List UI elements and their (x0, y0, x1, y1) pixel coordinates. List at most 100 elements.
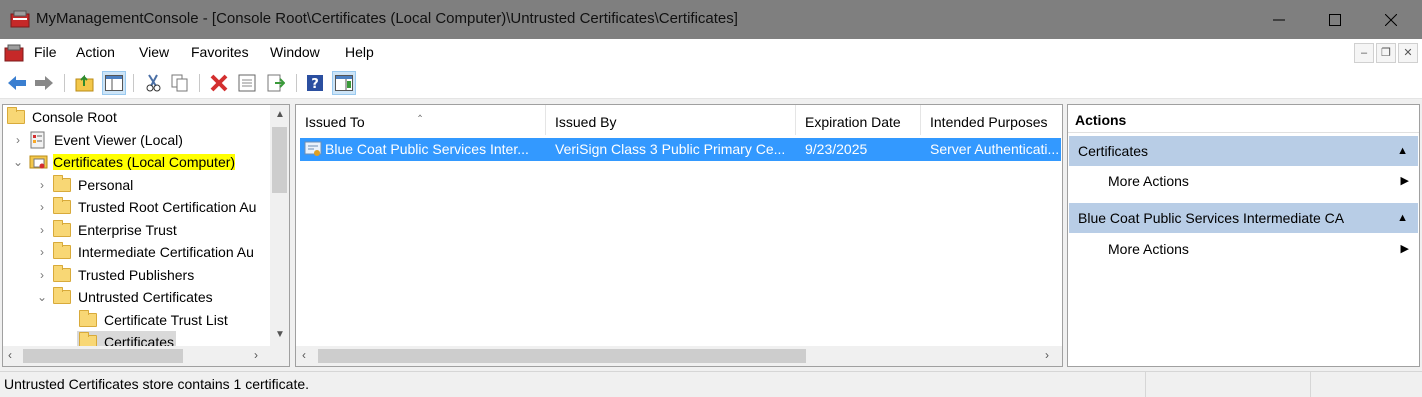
tree-item-certificate-trust-list[interactable]: Certificate Trust List (79, 309, 228, 331)
svg-text:?: ? (311, 77, 319, 92)
menu-bar: File Action View Favorites Window Help –… (0, 39, 1422, 67)
console-menu-icon[interactable] (4, 43, 24, 63)
console-tree: Console Root › Event Viewer (Local) ⌄ Ce… (2, 104, 290, 367)
maximize-button[interactable] (1306, 0, 1364, 39)
toolbar-separator (296, 74, 297, 92)
folder-icon (53, 175, 71, 192)
tree-item-label: Event Viewer (Local) (54, 132, 183, 148)
export-list-button[interactable] (264, 71, 288, 95)
column-header-issued-by[interactable]: Issued By (546, 105, 796, 135)
expand-chevron-icon[interactable]: › (35, 245, 49, 259)
collapse-arrow-icon[interactable]: ▲ (1397, 203, 1408, 233)
certificate-icon (304, 141, 322, 156)
show-action-pane-button[interactable] (332, 71, 356, 95)
menu-favorites[interactable]: Favorites (191, 44, 249, 60)
scroll-up-icon[interactable]: ▲ (275, 109, 285, 120)
tree-item-label: Certificate Trust List (104, 312, 228, 328)
cell-issued-by: VeriSign Class 3 Public Primary Ce... (555, 141, 786, 157)
tree-horizontal-scrollbar[interactable]: ‹ › (3, 346, 289, 366)
action-more-actions[interactable]: More Actions ▶ (1108, 167, 1413, 195)
maximize-icon (1329, 13, 1341, 26)
scroll-thumb[interactable] (23, 349, 183, 363)
menu-window[interactable]: Window (270, 44, 320, 60)
status-divider (1310, 372, 1311, 397)
copy-icon (171, 74, 188, 92)
tree-item-label: Trusted Publishers (78, 267, 195, 283)
window-title: MyManagementConsole - [Console Root\Cert… (36, 10, 738, 27)
close-icon (1385, 13, 1397, 26)
status-text: Untrusted Certificates store contains 1 … (4, 376, 310, 392)
collapse-chevron-icon[interactable]: ⌄ (11, 155, 25, 169)
tree-item-personal[interactable]: › Personal (35, 174, 133, 196)
delete-button[interactable] (207, 71, 231, 95)
properties-button[interactable] (235, 71, 259, 95)
toolbar-separator (199, 74, 200, 92)
tree-item-trusted-publishers[interactable]: › Trusted Publishers (35, 264, 194, 286)
expand-chevron-icon[interactable]: › (35, 268, 49, 282)
tree-item-label: Certificates (Local Computer) (53, 154, 236, 170)
tree-item-label: Personal (78, 177, 134, 193)
scroll-down-icon[interactable]: ▼ (275, 329, 285, 340)
show-hide-tree-button[interactable] (102, 71, 126, 95)
expand-chevron-icon[interactable]: › (11, 133, 25, 147)
mdi-restore-button[interactable]: ❐ (1376, 43, 1396, 63)
app-icon (10, 10, 30, 28)
scroll-right-icon[interactable]: › (1045, 348, 1049, 362)
mdi-close-button[interactable]: ✕ (1398, 43, 1418, 63)
results-list: Issued To ‸ Issued By Expiration Date In… (295, 104, 1063, 367)
tree-item-label: Console Root (32, 109, 117, 125)
menu-action[interactable]: Action (76, 44, 115, 60)
folder-icon (53, 287, 71, 304)
up-one-level-button[interactable] (73, 71, 97, 95)
tree-item-trusted-root[interactable]: › Trusted Root Certification Au (35, 196, 256, 218)
mdi-controls: – ❐ ✕ (1354, 43, 1418, 63)
tree-item-event-viewer[interactable]: › Event Viewer (Local) (11, 129, 183, 151)
column-header-issued-to[interactable]: Issued To ‸ (296, 105, 546, 135)
sort-ascending-icon: ‸ (418, 104, 423, 117)
table-row[interactable]: Blue Coat Public Services Inter... VeriS… (300, 138, 1061, 161)
close-button[interactable] (1362, 0, 1420, 39)
column-header-expiration-date[interactable]: Expiration Date (796, 105, 921, 135)
scroll-thumb[interactable] (318, 349, 806, 363)
list-horizontal-scrollbar[interactable]: ‹ › (296, 346, 1062, 366)
tree-item-console-root[interactable]: Console Root (7, 106, 117, 128)
scroll-left-icon[interactable]: ‹ (302, 348, 306, 362)
expand-chevron-icon[interactable]: › (35, 178, 49, 192)
folder-icon (7, 107, 25, 124)
menu-help[interactable]: Help (345, 44, 374, 60)
scroll-thumb[interactable] (272, 127, 287, 193)
column-header-intended-purposes[interactable]: Intended Purposes (921, 105, 1062, 135)
collapse-arrow-icon[interactable]: ▲ (1397, 136, 1408, 166)
scroll-right-icon[interactable]: › (254, 348, 258, 362)
expand-chevron-icon[interactable]: › (35, 200, 49, 214)
back-button[interactable] (5, 71, 29, 95)
expand-chevron-icon[interactable]: › (35, 223, 49, 237)
tree-item-label: Enterprise Trust (78, 222, 177, 238)
copy-button[interactable] (168, 71, 192, 95)
folder-icon (79, 310, 97, 327)
actions-section-blue-coat[interactable]: Blue Coat Public Services Intermediate C… (1069, 203, 1418, 233)
cut-button[interactable] (141, 71, 165, 95)
menu-file[interactable]: File (34, 44, 57, 60)
toolbar-separator (133, 74, 134, 92)
tree-item-label: Untrusted Certificates (78, 289, 213, 305)
properties-icon (238, 74, 256, 92)
mdi-minimize-button[interactable]: – (1354, 43, 1374, 63)
tree-item-label: Intermediate Certification Au (78, 244, 254, 260)
minimize-button[interactable] (1250, 0, 1308, 39)
tree-vertical-scrollbar[interactable]: ▲ ▼ (270, 105, 289, 346)
help-button[interactable]: ? (303, 71, 327, 95)
scroll-left-icon[interactable]: ‹ (8, 348, 12, 362)
tree-item-enterprise-trust[interactable]: › Enterprise Trust (35, 219, 177, 241)
menu-view[interactable]: View (139, 44, 169, 60)
tree-item-untrusted-certificates[interactable]: ⌄ Untrusted Certificates (35, 286, 213, 308)
tree-item-label: Trusted Root Certification Au (78, 199, 257, 215)
forward-button[interactable] (32, 71, 56, 95)
action-more-actions[interactable]: More Actions ▶ (1108, 235, 1413, 263)
tree-item-certificates-local-computer[interactable]: ⌄ Certificates (Local Computer) (11, 151, 236, 173)
tree-item-intermediate[interactable]: › Intermediate Certification Au (35, 241, 254, 263)
collapse-chevron-icon[interactable]: ⌄ (35, 290, 49, 304)
actions-section-certificates[interactable]: Certificates ▲ (1069, 136, 1418, 166)
submenu-arrow-icon: ▶ (1400, 175, 1409, 187)
back-arrow-icon (8, 76, 26, 90)
